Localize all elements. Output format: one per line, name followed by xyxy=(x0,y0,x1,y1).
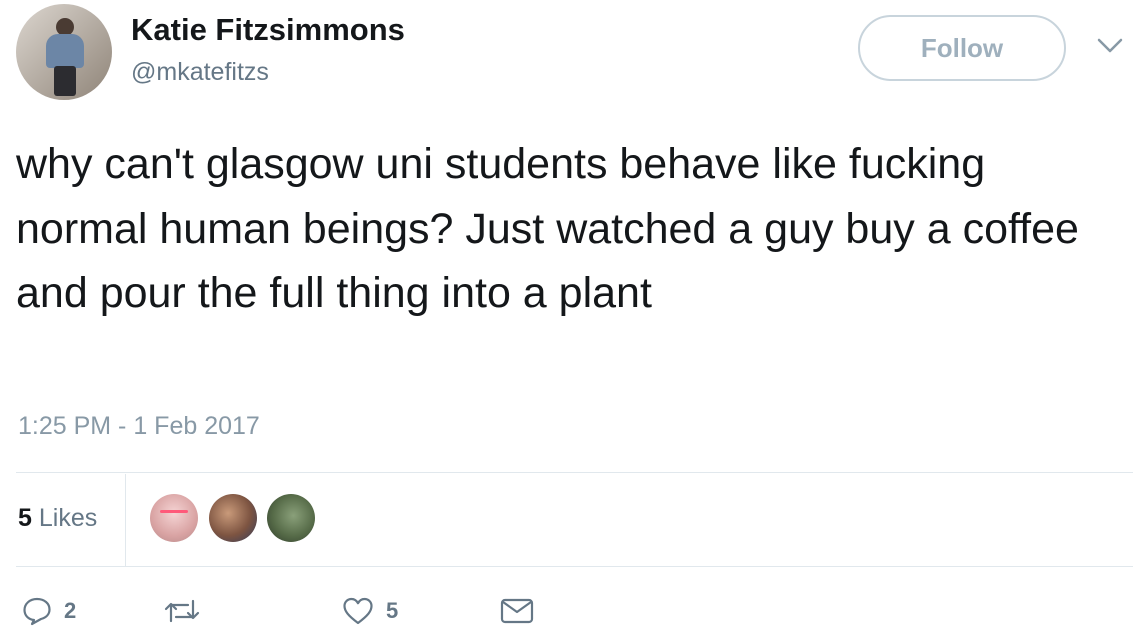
stats-top-divider xyxy=(16,472,1133,473)
liker-avatar[interactable] xyxy=(209,494,257,542)
liker-avatar[interactable] xyxy=(267,494,315,542)
user-avatar[interactable] xyxy=(16,4,112,100)
like-count: 5 xyxy=(386,598,399,623)
retweet-button[interactable] xyxy=(162,594,202,628)
envelope-icon xyxy=(500,598,534,624)
retweet-icon xyxy=(164,599,200,623)
direct-message-button[interactable] xyxy=(500,594,534,628)
likes-stat-count: 5 xyxy=(18,504,32,532)
reply-count: 2 xyxy=(64,598,77,623)
like-button[interactable]: 5 xyxy=(342,594,398,628)
stats-vertical-divider xyxy=(125,474,126,566)
tweet-timestamp[interactable]: 1:25 PM - 1 Feb 2017 xyxy=(18,412,260,441)
heart-icon xyxy=(343,597,373,625)
reply-icon xyxy=(23,597,51,626)
reply-button[interactable]: 2 xyxy=(22,594,76,628)
likes-stat-label: Likes xyxy=(38,504,98,532)
avatar-figure-legs xyxy=(54,66,76,96)
liker-avatar[interactable] xyxy=(150,494,198,542)
user-display-name[interactable]: Katie Fitzsimmons xyxy=(131,12,405,48)
user-handle[interactable]: @mkatefitzs xyxy=(131,58,269,87)
stats-bottom-divider xyxy=(16,566,1133,567)
tweet-text: why can't glasgow uni students behave li… xyxy=(16,140,1079,317)
chevron-down-icon[interactable] xyxy=(1096,36,1124,56)
avatar-figure-body xyxy=(46,34,84,68)
follow-button[interactable]: Follow xyxy=(858,15,1066,81)
likes-stat[interactable]: 5 Likes xyxy=(18,504,97,533)
